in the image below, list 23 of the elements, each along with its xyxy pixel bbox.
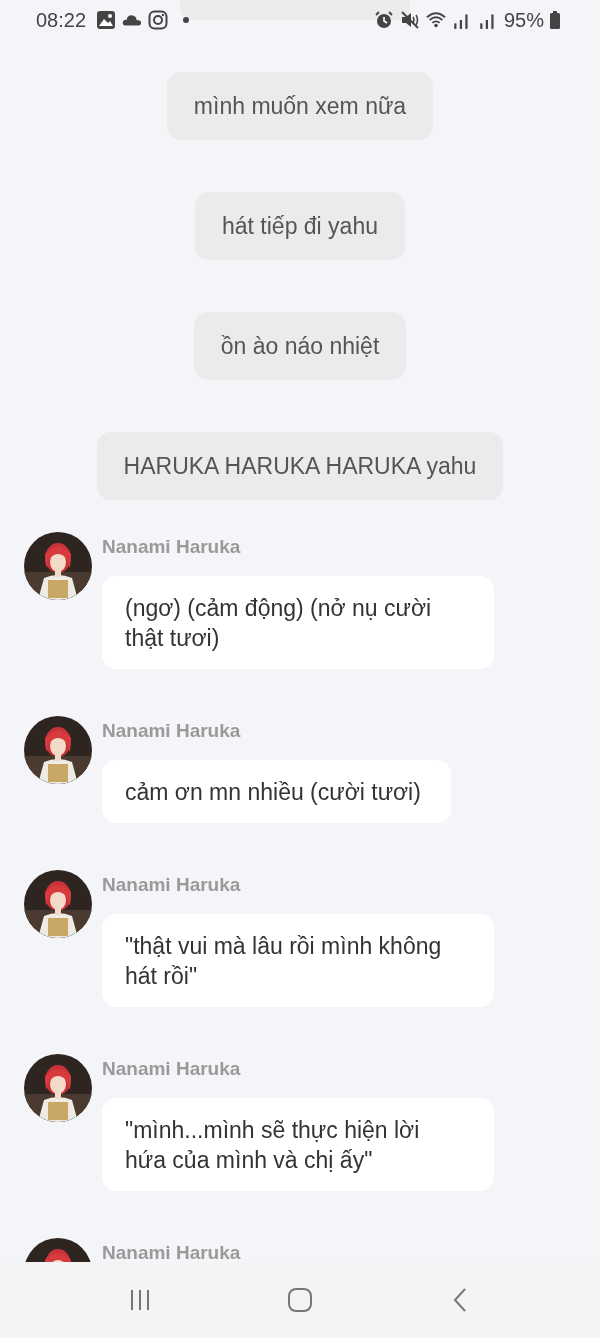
message-bubble: (ngơ) (cảm động) (nở nụ cười thật tươi)	[102, 576, 494, 669]
sender-name: Nanami Haruka	[102, 1057, 242, 1081]
message-bubble: "thật vui mà lâu rồi mình không hát rồi"	[102, 914, 494, 1007]
message-bubble: cảm ơn mn nhiều (cười tươi)	[102, 760, 451, 823]
wifi-icon	[425, 10, 446, 30]
message-bubble: "mình...mình sẽ thực hiện lời hứa của mình và chị ấy"	[102, 1098, 494, 1191]
sender-name: Nanami Haruka	[102, 535, 242, 559]
clock-time: 08:22	[36, 8, 87, 32]
message-bubble: ồn ào náo nhiệt	[193, 312, 407, 380]
message-bubble: mình muốn xem nữa	[166, 72, 434, 140]
sender-name: Nanami Haruka	[102, 719, 242, 743]
mute-icon	[399, 10, 420, 30]
battery-icon	[550, 11, 560, 29]
sender-name: Nanami Haruka	[102, 873, 242, 897]
battery-level: 95%	[503, 8, 544, 32]
sender-name: Nanami Haruka	[102, 1241, 241, 1262]
camera-icon	[148, 10, 169, 30]
alarm-icon	[373, 10, 394, 30]
message-bubble: HARUKA HARUKA HARUKA yahu	[96, 432, 504, 500]
gallery-icon	[96, 10, 117, 30]
message-bubble: hát tiếp đi yahu	[195, 192, 405, 260]
home-icon[interactable]	[285, 1285, 315, 1315]
notification-dot-icon	[182, 16, 191, 24]
